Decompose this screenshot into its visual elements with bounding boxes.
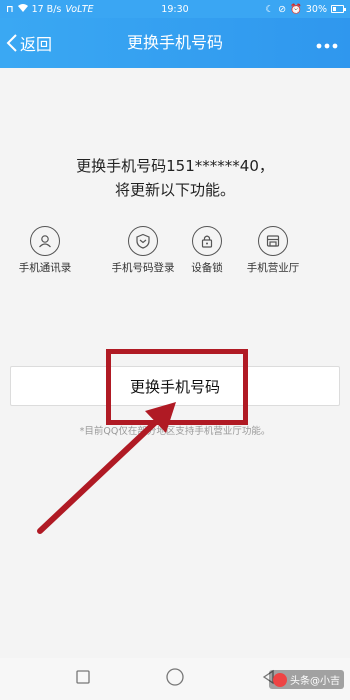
status-right: ☾ ⊘ ⏰ 30% <box>265 3 346 15</box>
recents-button[interactable] <box>70 666 96 692</box>
back-button[interactable]: 返回 <box>6 18 52 68</box>
feature-phone-login: 手机号码登录 <box>107 226 179 275</box>
feature-contacts: 手机通讯录 <box>9 226 81 275</box>
feature-mobile-hall: 手机营业厅 <box>237 226 309 275</box>
back-label: 返回 <box>20 35 53 54</box>
feature-list: 手机通讯录 手机号码登录 设备锁 手机营业厅 <box>0 226 350 306</box>
mute-icon: ⊘ <box>278 3 287 15</box>
circle-icon <box>165 667 185 691</box>
watermark-logo-icon <box>273 672 287 687</box>
footnote: *目前QQ仅在部分地区支持手机营业厅功能。 <box>79 426 271 437</box>
feature-label: 手机通讯录 <box>18 262 72 274</box>
status-bar: ⊓ 17 B/s VoLTE 19:30 ☾ ⊘ ⏰ 30% <box>0 0 350 18</box>
chevron-left-icon <box>6 33 18 53</box>
sim-icon: ⊓ <box>6 3 14 15</box>
title-bar: 返回 更换手机号码 <box>0 18 350 68</box>
more-dots-icon <box>316 34 338 53</box>
headline: 更换手机号码151******40， 将更新以下功能。 <box>0 154 350 202</box>
main-content: 更换手机号码151******40， 将更新以下功能。 手机通讯录 手机号码登录 <box>0 68 350 658</box>
volte-label: VoLTE <box>65 3 94 15</box>
square-icon <box>75 669 91 689</box>
network-speed: 17 B/s <box>31 3 62 15</box>
feature-label: 设备锁 <box>191 262 223 274</box>
feature-label: 手机号码登录 <box>111 262 175 274</box>
status-left: ⊓ 17 B/s VoLTE <box>6 3 94 15</box>
more-button[interactable] <box>312 18 342 68</box>
shield-icon <box>128 226 158 256</box>
battery-percent: 30% <box>305 3 327 15</box>
watermark-text: 头条@小吉 <box>290 676 340 687</box>
battery-icon <box>331 5 346 13</box>
home-button[interactable] <box>162 666 188 692</box>
contacts-icon <box>30 226 60 256</box>
wifi-icon <box>17 3 28 15</box>
moon-icon: ☾ <box>265 3 275 15</box>
clock: 19:30 <box>161 3 189 15</box>
alarm-icon: ⏰ <box>290 3 302 15</box>
headline-line2: 将更新以下功能。 <box>114 181 235 199</box>
feature-label: 手机营业厅 <box>246 262 300 274</box>
system-nav-bar: 头条@小吉 <box>0 658 350 700</box>
headline-line1: 更换手机号码151******40， <box>76 157 274 175</box>
store-icon <box>258 226 288 256</box>
feature-device-lock: 设备锁 <box>171 226 243 275</box>
watermark: 头条@小吉 <box>269 670 344 689</box>
lock-icon <box>192 226 222 256</box>
page-title: 更换手机号码 <box>126 33 223 52</box>
change-phone-button[interactable]: 更换手机号码 <box>10 366 340 406</box>
